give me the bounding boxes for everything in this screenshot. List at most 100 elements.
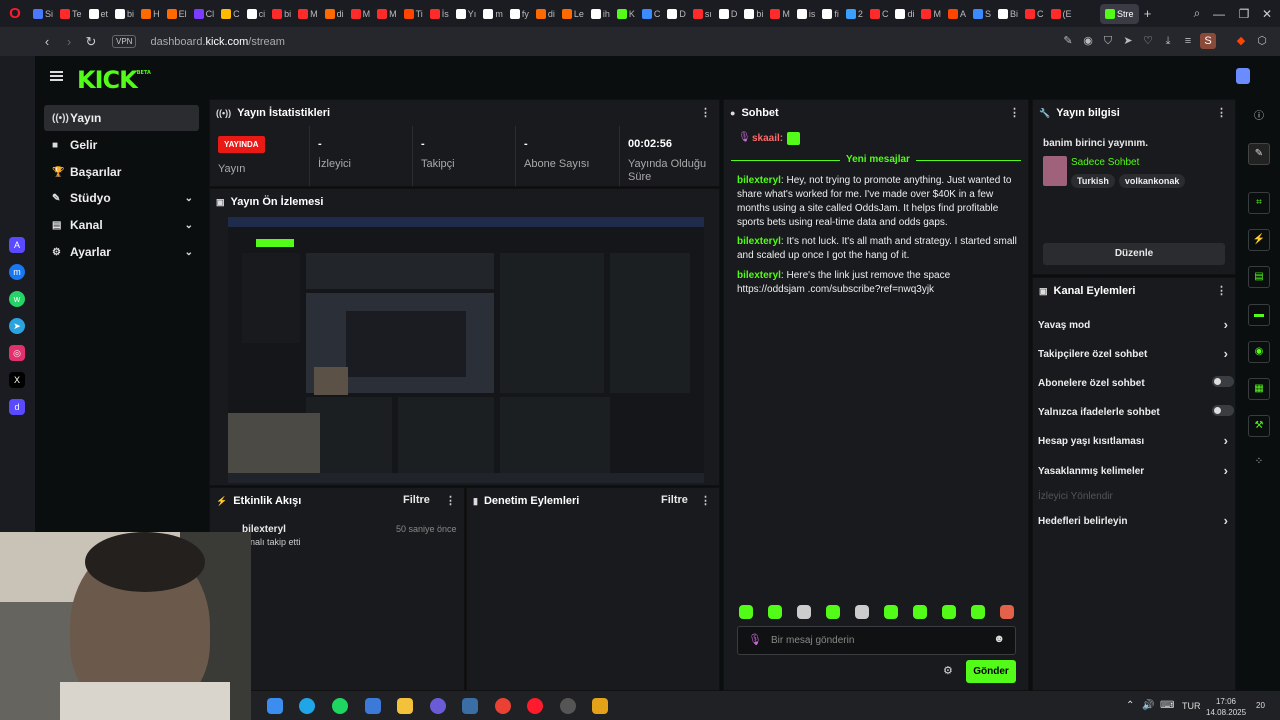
screenshot-icon[interactable]: ✎	[1060, 33, 1076, 49]
browser-tab[interactable]: et	[86, 4, 112, 24]
activity-filter-button[interactable]: Filtre	[403, 494, 430, 506]
messenger-icon[interactable]: m	[9, 264, 25, 280]
pinned-user[interactable]: skaail:	[752, 133, 783, 144]
kick-logo[interactable]: KICKBETA	[77, 66, 151, 94]
emote-icon[interactable]	[768, 605, 782, 619]
browser-tab[interactable]: Ti	[401, 4, 426, 24]
camera-icon[interactable]: ◉	[1080, 33, 1096, 49]
focus-icon[interactable]: ⌗	[1248, 192, 1270, 214]
emote-icon[interactable]	[826, 605, 840, 619]
keyboard-icon[interactable]: ⌨	[1160, 700, 1174, 711]
browser-tab[interactable]: di	[533, 4, 558, 24]
app-icon[interactable]	[560, 698, 576, 714]
chat-settings-icon[interactable]: ⚙	[943, 664, 953, 677]
aria-icon[interactable]: A	[9, 237, 25, 253]
extension-icon[interactable]: ◆	[1233, 33, 1249, 49]
nav-item-3[interactable]: ✎ Stüdyo ⌄	[44, 185, 199, 211]
browser-tab[interactable]: m	[480, 4, 506, 24]
more-options-icon[interactable]: ⋮	[1216, 284, 1227, 297]
user-avatar[interactable]	[1236, 68, 1250, 84]
more-options-icon[interactable]: ⋮	[1009, 106, 1020, 119]
tray-chevron-icon[interactable]: ⌃	[1126, 700, 1134, 711]
stream-preview-video[interactable]	[228, 217, 704, 483]
browser-tab[interactable]: C	[639, 4, 664, 24]
browser-tab[interactable]: H	[138, 4, 163, 24]
browser-tab[interactable]: bi	[269, 4, 294, 24]
browser-tab[interactable]: sı	[690, 4, 715, 24]
shield-icon[interactable]: ⛉	[1100, 33, 1116, 49]
chrome-icon[interactable]	[495, 698, 511, 714]
browser-tab[interactable]: M	[767, 4, 793, 24]
volume-icon[interactable]: 🔊	[1142, 700, 1154, 711]
app-icon[interactable]	[592, 698, 608, 714]
app-icon[interactable]	[462, 698, 478, 714]
download-icon[interactable]: ⤓	[1160, 33, 1176, 49]
browser-tab[interactable]: El	[164, 4, 190, 24]
emote-icon[interactable]	[942, 605, 956, 619]
channel-action-item[interactable]: Abonelere özel sohbet	[1038, 376, 1234, 389]
browser-tab[interactable]: C	[1022, 4, 1047, 24]
emote-icon[interactable]	[739, 605, 753, 619]
new-tab-button[interactable]: +	[1139, 6, 1157, 21]
browser-tab[interactable]: D	[716, 4, 741, 24]
url-field[interactable]: dashboard.kick.com/stream	[150, 36, 285, 48]
telegram-icon[interactable]: ➤	[9, 318, 25, 334]
send-icon[interactable]: ➤	[1120, 33, 1136, 49]
browser-tab[interactable]: K	[614, 4, 638, 24]
more-options-icon[interactable]: ⋮	[1216, 106, 1227, 119]
tag[interactable]: volkankonak	[1118, 174, 1186, 188]
chevron-down-icon[interactable]: ⌄	[185, 193, 193, 204]
opera-taskbar-icon[interactable]	[527, 698, 543, 714]
channel-action-item[interactable]: Takipçilere özel sohbet ›	[1038, 346, 1228, 361]
emote-icon[interactable]	[1000, 605, 1014, 619]
file-explorer-icon[interactable]	[397, 698, 413, 714]
info-icon[interactable]: ⓘ	[1248, 107, 1270, 129]
extensions-cube-icon[interactable]: ⬡	[1254, 33, 1270, 49]
browser-tab[interactable]: 2	[843, 4, 866, 24]
clipboard-icon[interactable]: ▤	[1248, 266, 1270, 288]
emoji-picker-icon[interactable]: ☻	[993, 633, 1005, 645]
instagram-icon[interactable]: ◎	[9, 345, 25, 361]
browser-tab[interactable]: Bi	[995, 4, 1021, 24]
category-thumbnail[interactable]	[1043, 156, 1067, 186]
channel-action-item[interactable]: Yalnızca ifadelerle sohbet	[1038, 405, 1234, 418]
browser-tab[interactable]: (E	[1048, 4, 1075, 24]
profile-avatar[interactable]: S	[1200, 33, 1216, 49]
browser-tab[interactable]: is	[794, 4, 819, 24]
browser-tab[interactable]: M	[295, 4, 321, 24]
opera-logo-icon[interactable]: O	[0, 0, 30, 27]
chat-icon[interactable]: ▬	[1248, 304, 1270, 326]
browser-tab[interactable]: ci	[244, 4, 269, 24]
nav-item-0[interactable]: ((•)) Yayın	[44, 105, 199, 131]
moderation-filter-button[interactable]: Filtre	[661, 494, 688, 506]
broadcast-icon[interactable]: ◉	[1248, 341, 1270, 363]
x-icon[interactable]: X	[9, 372, 25, 388]
browser-tab[interactable]: C	[218, 4, 243, 24]
browser-tab[interactable]: bi	[741, 4, 766, 24]
nav-item-5[interactable]: ⚙ Ayarlar ⌄	[44, 239, 199, 265]
close-window-button[interactable]: ✕	[1254, 0, 1280, 27]
language-indicator[interactable]: TUR	[1182, 701, 1201, 711]
chevron-down-icon[interactable]: ⌄	[185, 247, 193, 258]
browser-tab[interactable]: Si	[30, 4, 56, 24]
channel-action-item[interactable]: Yavaş mod ›	[1038, 317, 1228, 332]
more-options-icon[interactable]: ⋮	[700, 106, 711, 119]
discord-icon[interactable]: d	[9, 399, 25, 415]
nav-item-1[interactable]: ■ Gelir	[44, 132, 199, 158]
browser-tab[interactable]: Cl	[191, 4, 218, 24]
toggle-switch[interactable]	[1212, 405, 1234, 416]
channel-action-item[interactable]: Hedefleri belirleyin ›	[1038, 513, 1228, 528]
nav-item-2[interactable]: 🏆 Başarılar	[44, 159, 199, 185]
chat-input-box[interactable]: 🎙 Bir mesaj gönderin ☻	[737, 626, 1016, 655]
browser-tab[interactable]: M	[374, 4, 400, 24]
emote-icon[interactable]	[884, 605, 898, 619]
browser-tab[interactable]: C	[867, 4, 892, 24]
hamburger-menu-icon[interactable]	[50, 71, 63, 81]
tab-kick-stream[interactable]: Stre	[1100, 3, 1139, 24]
chevron-down-icon[interactable]: ⌄	[185, 220, 193, 231]
obs-icon[interactable]	[430, 698, 446, 714]
browser-tab[interactable]: fi	[819, 4, 842, 24]
tag[interactable]: Turkish	[1071, 174, 1115, 188]
edit-icon[interactable]: ✎	[1248, 143, 1270, 165]
more-options-icon[interactable]: ⋮	[445, 494, 456, 507]
